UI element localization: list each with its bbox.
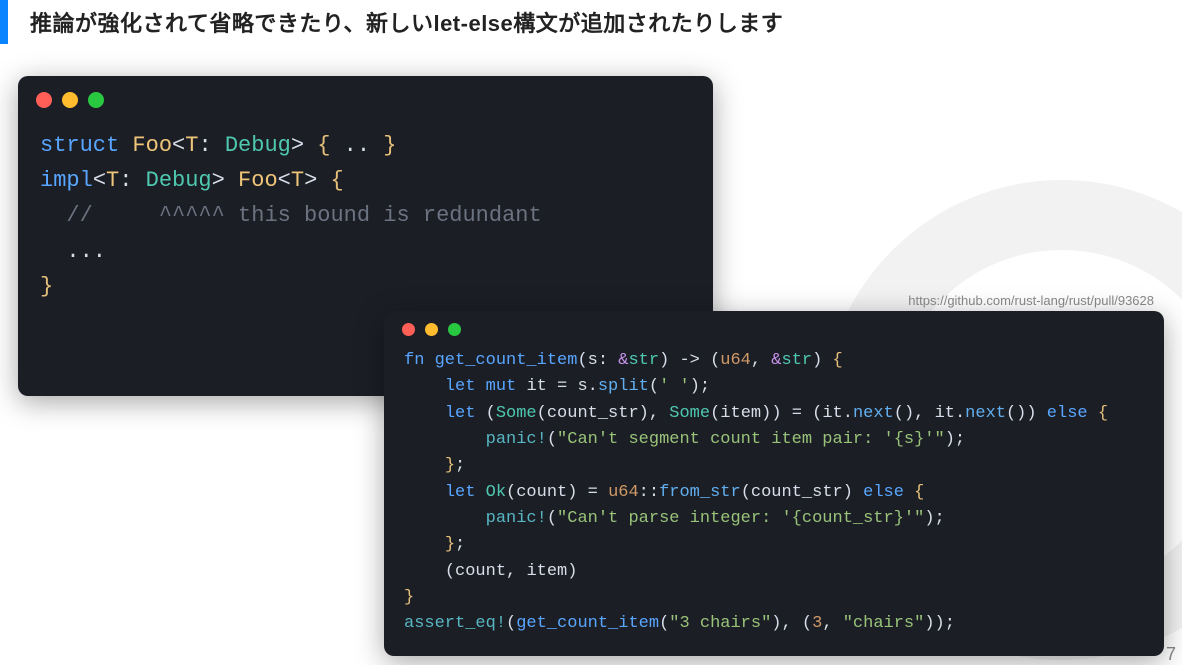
code-block-1: struct Foo<T: Debug> { .. } impl<T: Debu… <box>18 114 713 328</box>
minimize-icon <box>425 323 438 336</box>
maximize-icon <box>88 92 104 108</box>
close-icon <box>36 92 52 108</box>
close-icon <box>402 323 415 336</box>
code-block-2: fn get_count_item(s: &str) -> (u64, &str… <box>384 338 1164 658</box>
slide-heading: 推論が強化されて省略できたり、新しいlet-else構文が追加されたりします <box>30 6 783 38</box>
window-controls <box>18 76 713 114</box>
page-number: 7 <box>1166 644 1176 665</box>
heading-accent-bar <box>0 0 8 44</box>
source-url: https://github.com/rust-lang/rust/pull/9… <box>908 293 1154 308</box>
code-window-2: fn get_count_item(s: &str) -> (u64, &str… <box>384 311 1164 656</box>
maximize-icon <box>448 323 461 336</box>
minimize-icon <box>62 92 78 108</box>
window-controls <box>384 311 1164 338</box>
